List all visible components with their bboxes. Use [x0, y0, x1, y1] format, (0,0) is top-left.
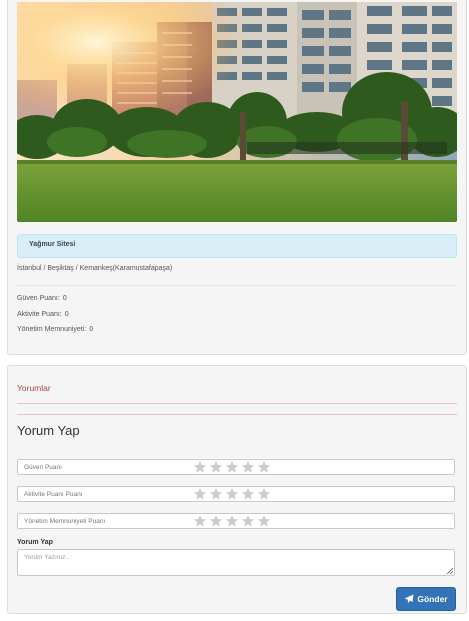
send-button-label: Gönder [417, 594, 448, 604]
star-icon[interactable] [209, 460, 223, 474]
paper-plane-icon [404, 594, 414, 603]
trust-score: Güven Puanı: 0 [17, 295, 67, 302]
management-star-rating[interactable] [193, 514, 271, 528]
comments-heading: Yorumlar [17, 383, 51, 393]
divider [17, 414, 457, 415]
listing-title: Yağmur Sitesi [17, 234, 457, 258]
management-rating-placeholder: Yönetim Memnuniyeti Puanı [24, 518, 106, 525]
star-icon[interactable] [225, 487, 239, 501]
trust-score-label: Güven Puanı: [17, 295, 60, 302]
star-icon[interactable] [193, 514, 207, 528]
management-rating-field[interactable]: Yönetim Memnuniyeti Puanı [17, 513, 455, 529]
trust-score-value: 0 [62, 295, 67, 302]
trust-star-rating[interactable] [193, 460, 271, 474]
star-icon[interactable] [193, 487, 207, 501]
activity-score-label: Aktivite Puanı: [17, 311, 62, 318]
star-icon[interactable] [209, 514, 223, 528]
listing-location: İstanbul / Beşiktaş / Kemankeş(Karamusta… [17, 265, 173, 272]
activity-score-value: 0 [64, 311, 69, 318]
divider [17, 403, 457, 404]
activity-rating-placeholder: Aktivite Puanı Puanı [24, 491, 83, 498]
comment-placeholder: Yorum Yazınız.. [24, 554, 70, 561]
star-icon[interactable] [257, 514, 271, 528]
trust-rating-placeholder: Güven Puanı [24, 464, 62, 471]
divider [17, 285, 457, 286]
comments-panel: Yorumlar Yorum Yap Güven Puanı Aktivite … [7, 365, 467, 614]
activity-star-rating[interactable] [193, 487, 271, 501]
comment-label: Yorum Yap [17, 539, 53, 546]
star-icon[interactable] [209, 487, 223, 501]
comment-form-title: Yorum Yap [17, 423, 80, 438]
star-icon[interactable] [257, 487, 271, 501]
activity-rating-field[interactable]: Aktivite Puanı Puanı [17, 486, 455, 502]
resize-grip-icon[interactable] [446, 567, 453, 574]
star-icon[interactable] [225, 514, 239, 528]
management-satisfaction-value: 0 [89, 326, 94, 333]
star-icon[interactable] [241, 514, 255, 528]
management-satisfaction: Yönetim Memnuniyeti: 0 [17, 326, 93, 333]
star-icon[interactable] [257, 460, 271, 474]
trust-rating-field[interactable]: Güven Puanı [17, 459, 455, 475]
listing-panel: Yağmur Sitesi İstanbul / Beşiktaş / Kema… [7, 0, 467, 355]
site-photo [17, 2, 457, 222]
management-satisfaction-label: Yönetim Memnuniyeti: [17, 326, 87, 333]
star-icon[interactable] [225, 460, 239, 474]
activity-score: Aktivite Puanı: 0 [17, 311, 69, 318]
star-icon[interactable] [241, 487, 255, 501]
star-icon[interactable] [241, 460, 255, 474]
comment-textarea[interactable]: Yorum Yazınız.. [17, 549, 455, 576]
send-button[interactable]: Gönder [396, 587, 456, 611]
star-icon[interactable] [193, 460, 207, 474]
